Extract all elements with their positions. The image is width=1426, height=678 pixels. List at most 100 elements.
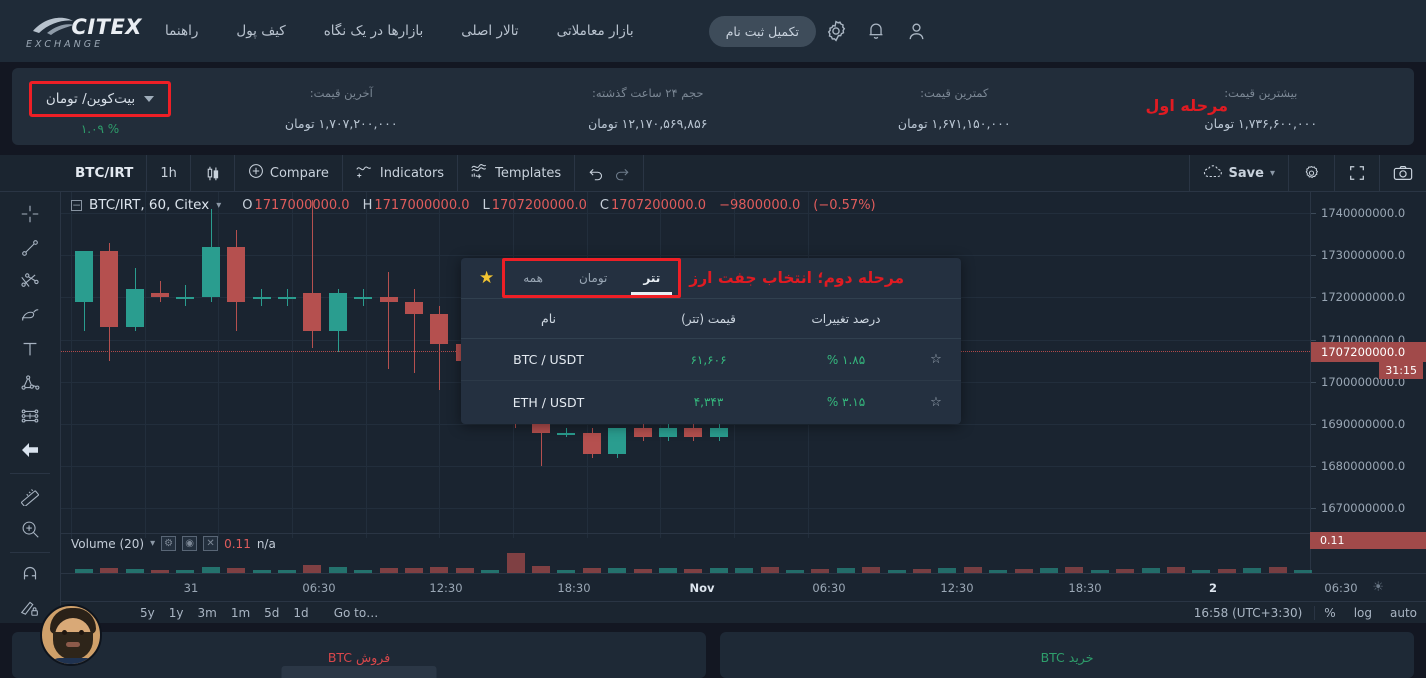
redo-icon[interactable]	[609, 154, 645, 192]
tab-all[interactable]: همه	[505, 261, 561, 295]
volume-pane[interactable]: Volume (20) ▾ ⚙ ◉ ✕ 0.11 n/a	[61, 533, 1312, 573]
range-3m[interactable]: 3m	[191, 606, 224, 620]
compare-label: Compare	[269, 165, 329, 181]
col-name: نام	[540, 311, 557, 326]
time-axis-settings-icon[interactable]: ☀	[1372, 580, 1384, 595]
arrow-left-icon[interactable]	[10, 434, 50, 466]
sell-amount-input[interactable]	[281, 666, 437, 678]
compare-button[interactable]: Compare	[235, 154, 343, 192]
table-row[interactable]: ETH / USDT ۴,۳۴۳ ۳.۱۵ % ☆	[461, 381, 961, 423]
price-axis-tick: 1730000000.0	[1321, 248, 1406, 263]
volume-bar	[506, 553, 525, 573]
ohlc-change-pct: (−0.57%)	[813, 197, 876, 213]
nav-wallet[interactable]: کیف پول	[217, 23, 304, 39]
go-to-button[interactable]: Go to…	[334, 606, 379, 620]
citex-logo[interactable]: CITEX EXCHANGE	[24, 13, 142, 50]
volume-settings-icon[interactable]: ⚙	[161, 536, 177, 551]
stat-24h-volume: حجم ۲۴ ساعت گذشته: ۱۲,۱۷۰,۵۶۹,۸۵۶ تومان	[495, 68, 802, 145]
pitchfork-icon[interactable]	[10, 266, 50, 298]
buy-order-card[interactable]: خرید BTC	[720, 632, 1414, 678]
indicators-icon	[356, 163, 374, 183]
gridline-horizontal	[61, 424, 1310, 426]
collapse-icon[interactable]: ─	[71, 199, 82, 211]
ohlc-change: −9800000.0	[719, 197, 801, 213]
pair-selector-button[interactable]: بیت‌کوین/ تومان	[28, 81, 172, 117]
scale-auto-button[interactable]: auto	[1381, 606, 1426, 620]
ohlc-open: O 1717000000.0	[242, 198, 349, 213]
ticker-bar-wrapper: بیت‌کوین/ تومان ۱.۰۹ % مرحله اول آخرین ق…	[0, 62, 1426, 155]
range-1m[interactable]: 1m	[224, 606, 257, 620]
indicators-button[interactable]: Indicators	[343, 154, 459, 192]
magnet-icon[interactable]	[10, 551, 50, 590]
nav-trading-market[interactable]: بازار معاملاتی	[538, 23, 653, 39]
save-button[interactable]: Save ▾	[1188, 154, 1288, 192]
brush-icon[interactable]	[10, 299, 50, 331]
stat-high-price-value: ۱,۷۳۶,۶۰۰,۰۰۰ تومان	[1204, 116, 1318, 131]
range-5y[interactable]: 5y	[133, 606, 162, 620]
forecast-icon[interactable]	[10, 401, 50, 433]
chevron-down-icon[interactable]: ▾	[216, 200, 221, 211]
gear-icon[interactable]	[816, 11, 856, 51]
chart-interval-button[interactable]: 1h	[147, 154, 191, 192]
time-axis-tick: 31	[183, 581, 199, 595]
ohlc-high-value: 1717000000.0	[374, 197, 470, 213]
nav-main-hall[interactable]: تالار اصلی	[442, 23, 537, 39]
indicators-label: Indicators	[379, 165, 445, 181]
tab-toman[interactable]: تومان	[561, 261, 625, 295]
price-axis[interactable]: 1740000000.0 1730000000.0 1720000000.0 1710…	[1310, 192, 1426, 573]
undo-icon[interactable]	[575, 155, 609, 192]
pattern-icon[interactable]	[10, 367, 50, 399]
scale-log-button[interactable]: log	[1345, 606, 1381, 620]
range-1d[interactable]: 1d	[286, 606, 315, 620]
chart-settings-gear-icon[interactable]	[1288, 154, 1334, 192]
chart-legend-title: BTC/IRT, 60, Citex	[89, 197, 210, 213]
header-actions: تکمیل ثبت نام	[687, 11, 936, 51]
ohlc-low-label: L	[482, 197, 490, 213]
candle-body	[201, 246, 220, 298]
text-tool-icon[interactable]	[10, 333, 50, 365]
candle-body	[252, 297, 271, 300]
gridline-vertical	[218, 192, 220, 538]
stat-low-price-value: ۱,۶۷۱,۱۵۰,۰۰۰ تومان	[897, 116, 1011, 131]
zoom-in-icon[interactable]	[10, 513, 50, 545]
range-1y[interactable]: 1y	[162, 606, 191, 620]
time-axis[interactable]: 31 06:30 12:30 18:30 Nov 06:30 12:30 18:30 2 06:3…	[61, 573, 1426, 601]
user-icon[interactable]	[896, 11, 936, 51]
star-outline-icon[interactable]: ☆	[911, 352, 961, 367]
time-axis-tick: 18:30	[557, 581, 591, 595]
time-axis-tick: 06:30	[1324, 581, 1358, 595]
price-axis-dash	[1311, 508, 1316, 510]
measure-icon[interactable]	[10, 473, 50, 511]
avatar-mouth	[66, 642, 80, 647]
range-5d[interactable]: 5d	[257, 606, 286, 620]
tab-tether[interactable]: تتر	[625, 261, 678, 295]
volume-visibility-icon[interactable]: ◉	[182, 536, 198, 551]
chevron-down-icon[interactable]: ▾	[150, 538, 155, 549]
candle-body	[303, 293, 322, 332]
ohlc-close-label: C	[599, 197, 609, 213]
volume-value: 0.11	[224, 536, 251, 551]
candlestick-icon[interactable]	[191, 154, 235, 192]
bell-icon[interactable]	[856, 11, 896, 51]
templates-button[interactable]: Templates	[458, 154, 576, 192]
crosshair-icon[interactable]	[10, 198, 50, 230]
nav-help[interactable]: راهنما	[146, 23, 217, 39]
star-outline-icon[interactable]: ☆	[911, 395, 961, 410]
star-filled-icon[interactable]: ★	[471, 268, 502, 288]
row-pair-name: BTC / USDT	[513, 352, 584, 367]
volume-remove-icon[interactable]: ✕	[203, 536, 219, 551]
row-pair-change: ۱.۸۵ %	[826, 352, 866, 367]
fullscreen-icon[interactable]	[1334, 154, 1379, 192]
candle-body	[150, 293, 169, 298]
table-row[interactable]: BTC / USDT ۶۱,۶۰۶ ۱.۸۵ % ☆	[461, 339, 961, 381]
chart-symbol-button[interactable]: BTC/IRT	[62, 154, 148, 192]
scale-percent-button[interactable]: %	[1315, 606, 1344, 620]
sell-order-card[interactable]: فروش BTC	[12, 632, 706, 678]
time-axis-tick: 12:30	[940, 581, 974, 595]
complete-signup-button[interactable]: تکمیل ثبت نام	[708, 15, 817, 47]
camera-icon[interactable]	[1379, 154, 1426, 192]
avatar[interactable]	[40, 604, 102, 666]
pair-panel-header: ★ همه تومان تتر مرحله دوم؛ انتخاب جفت ار…	[461, 258, 961, 298]
trend-line-icon[interactable]	[10, 232, 50, 264]
nav-markets-glance[interactable]: بازارها در یک نگاه	[305, 23, 443, 39]
